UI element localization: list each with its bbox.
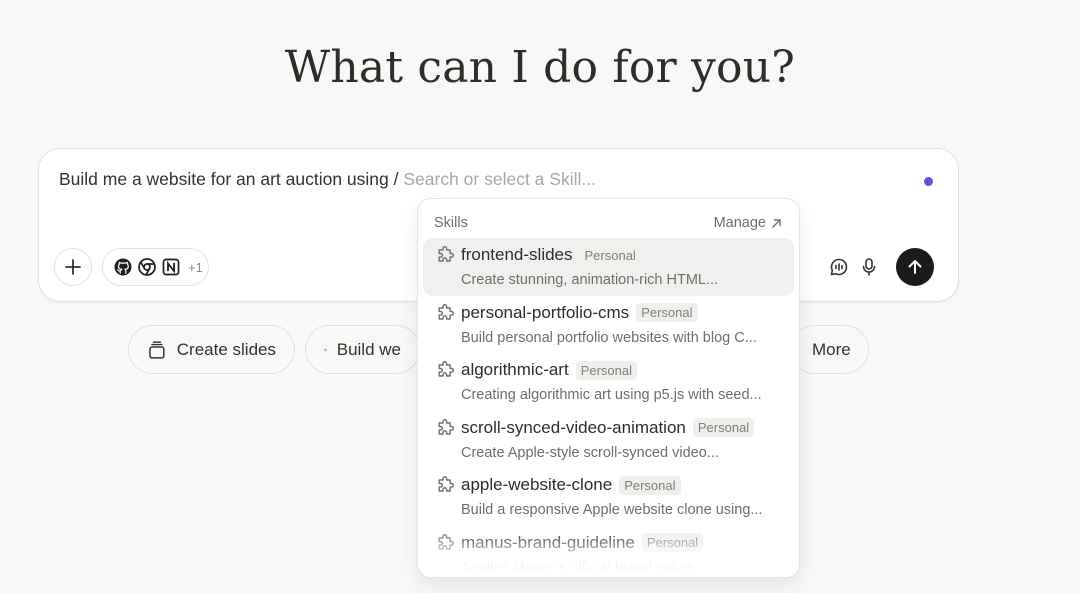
send-button[interactable] bbox=[896, 248, 934, 286]
skill-name: apple-website-clone bbox=[461, 475, 613, 494]
github-icon bbox=[114, 258, 132, 276]
manage-label: Manage bbox=[713, 215, 766, 231]
chrome-icon bbox=[138, 258, 156, 276]
skill-item-frontend-slides[interactable]: frontend-slides Personal Create stunning… bbox=[423, 238, 794, 296]
skill-description: Create Apple-style scroll-synced video..… bbox=[461, 444, 719, 461]
voice-chat-button[interactable] bbox=[824, 248, 854, 286]
composer-actions bbox=[824, 248, 934, 286]
notion-icon bbox=[162, 258, 180, 276]
prompt-input-text: Build me a website for an art auction us… bbox=[59, 169, 399, 189]
manage-skills-link[interactable]: Manage bbox=[714, 215, 782, 231]
skills-header: Skills Manage bbox=[434, 215, 782, 231]
puzzle-icon bbox=[434, 359, 456, 381]
connectors-more-count: +1 bbox=[188, 259, 203, 275]
skill-badge: Personal bbox=[579, 245, 641, 265]
puzzle-icon bbox=[434, 302, 456, 324]
skill-search-placeholder: Search or select a Skill... bbox=[403, 169, 596, 189]
app-stage: What can I do for you? Build me a websit… bbox=[0, 0, 1080, 593]
skill-description: Applies Manus's official brand colors... bbox=[461, 559, 707, 576]
skill-name: scroll-synced-video-animation bbox=[461, 417, 686, 437]
more-chip[interactable]: More bbox=[790, 325, 869, 374]
skill-badge: Personal bbox=[636, 303, 698, 322]
skill-name: manus-brand-guideline bbox=[461, 532, 635, 552]
status-dot bbox=[924, 177, 933, 186]
more-label: More bbox=[812, 339, 851, 359]
skill-badge: Personal bbox=[575, 360, 638, 380]
skill-item-scroll-synced-video-animation[interactable]: scroll-synced-video-animation Personal C… bbox=[423, 411, 794, 469]
create-slides-chip[interactable]: Create slides bbox=[128, 325, 295, 374]
skill-name: algorithmic-art bbox=[461, 360, 569, 379]
puzzle-icon bbox=[434, 417, 456, 439]
puzzle-icon bbox=[434, 244, 456, 266]
skill-description: Creating algorithmic art using p5.js wit… bbox=[461, 387, 762, 403]
prompt-input[interactable]: Build me a website for an art auction us… bbox=[59, 169, 596, 190]
skill-badge: Personal bbox=[692, 418, 755, 437]
skill-item-manus-brand-guideline[interactable]: manus-brand-guideline Personal Applies M… bbox=[423, 526, 794, 578]
create-slides-label: Create slides bbox=[176, 339, 276, 359]
microphone-icon bbox=[862, 258, 876, 276]
skill-item-personal-portfolio-cms[interactable]: personal-portfolio-cms Personal Build pe… bbox=[423, 296, 794, 354]
add-attachment-button[interactable] bbox=[54, 248, 92, 286]
skill-name: frontend-slides bbox=[461, 245, 573, 264]
voice-chat-icon bbox=[830, 258, 848, 276]
slides-icon bbox=[149, 340, 165, 359]
skill-item-algorithmic-art[interactable]: algorithmic-art Personal Creating algori… bbox=[423, 353, 794, 411]
code-window-icon bbox=[324, 348, 327, 351]
skill-description: Create stunning, animation-rich HTML... bbox=[461, 272, 719, 288]
build-website-label: Build we bbox=[336, 339, 401, 359]
arrow-up-icon bbox=[908, 260, 922, 274]
skill-item-apple-website-clone[interactable]: apple-website-clone Personal Build a res… bbox=[423, 468, 794, 526]
puzzle-icon bbox=[434, 532, 456, 554]
skill-badge: Personal bbox=[641, 533, 704, 552]
skills-list: frontend-slides Personal Create stunning… bbox=[423, 238, 794, 578]
plus-icon bbox=[65, 259, 81, 275]
skill-description: Build personal portfolio websites with b… bbox=[461, 329, 757, 346]
skill-description: Build a responsive Apple website clone u… bbox=[461, 502, 763, 518]
skill-badge: Personal bbox=[619, 475, 681, 495]
page-title: What can I do for you? bbox=[284, 42, 796, 93]
puzzle-icon bbox=[434, 474, 456, 496]
skills-dropdown: Skills Manage frontend-slides Personal C… bbox=[417, 198, 800, 578]
skill-name: personal-portfolio-cms bbox=[461, 302, 630, 322]
arrow-up-right-icon bbox=[772, 218, 781, 228]
microphone-button[interactable] bbox=[854, 248, 884, 286]
connectors-button[interactable]: +1 bbox=[102, 248, 209, 286]
skills-title: Skills bbox=[434, 215, 468, 231]
build-website-chip[interactable]: Build we bbox=[305, 325, 420, 374]
